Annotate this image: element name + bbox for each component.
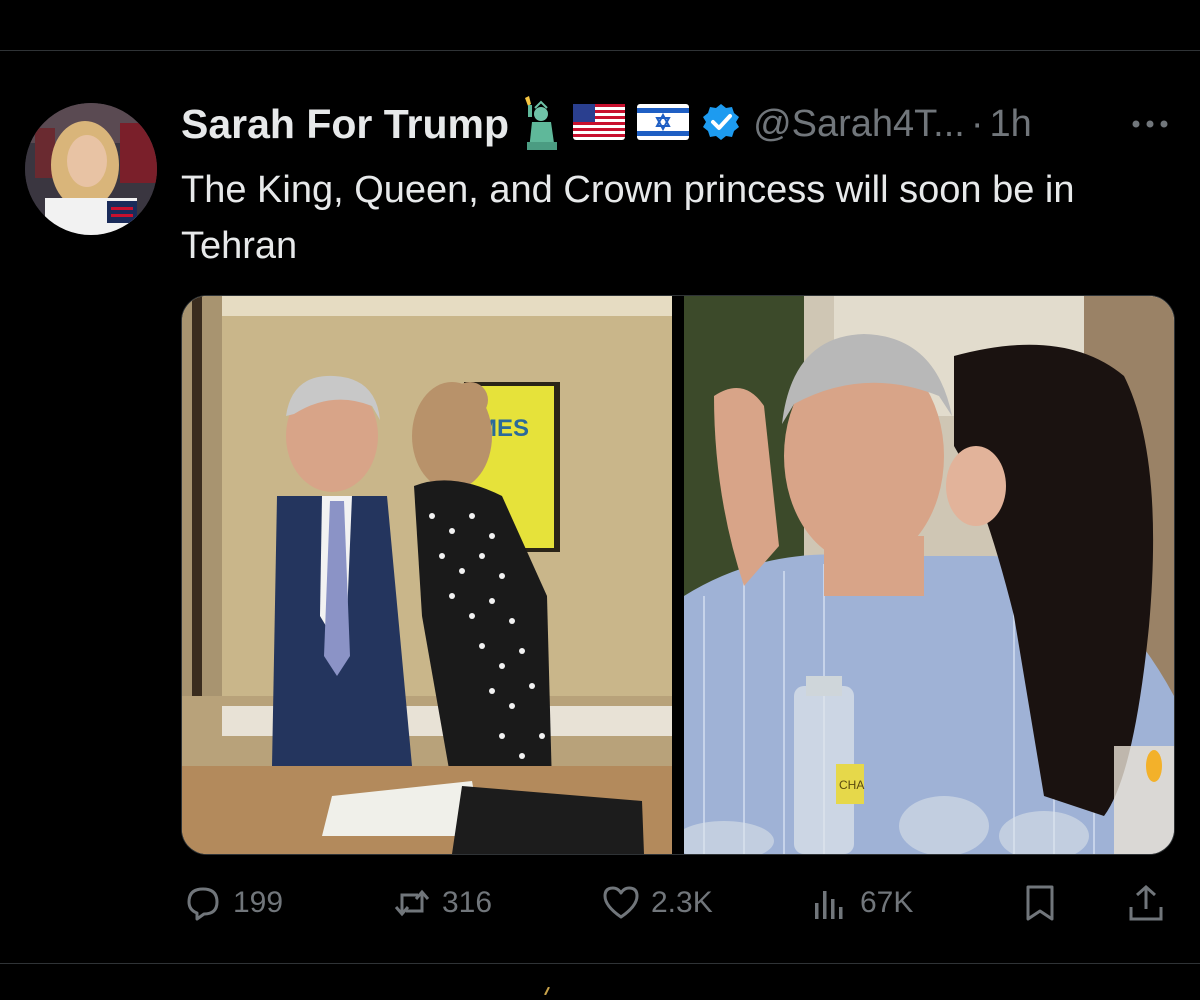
statue-of-liberty-emoji — [521, 94, 561, 155]
more-icon — [1132, 120, 1168, 128]
next-post-fragment — [543, 982, 553, 996]
bookmark-button[interactable] — [1020, 878, 1070, 928]
top-divider — [0, 50, 1200, 51]
reply-icon — [187, 887, 219, 921]
action-bar: 199 316 2.3K 67K — [0, 878, 1200, 928]
bookmark-icon — [1026, 885, 1054, 921]
media-grid: MES CHA — [181, 295, 1175, 855]
reply-button[interactable]: 199 — [183, 878, 283, 928]
separator-dot: · — [970, 102, 984, 145]
media-photo-left[interactable]: MES — [182, 296, 672, 854]
tweet-header: Sarah For Trump @Sarah4T... · 1h — [181, 94, 1032, 155]
views-count: 67K — [860, 886, 914, 919]
views-button[interactable]: 67K — [810, 878, 913, 928]
views-chart-icon — [815, 891, 843, 919]
share-button[interactable] — [1126, 878, 1176, 928]
more-options-button[interactable] — [1128, 112, 1172, 136]
share-icon — [1129, 884, 1163, 921]
bottom-divider — [0, 963, 1200, 964]
reply-count: 199 — [233, 886, 284, 919]
repost-icon — [394, 889, 430, 917]
handle[interactable]: @Sarah4T... — [753, 103, 965, 146]
tweet-text: The King, Queen, and Crown princess will… — [181, 169, 1075, 267]
like-count: 2.3K — [651, 886, 713, 919]
media-photo-right[interactable]: CHA — [674, 296, 1174, 854]
repost-button[interactable]: 316 — [392, 878, 492, 928]
display-name[interactable]: Sarah For Trump — [181, 101, 509, 148]
israel-flag-emoji — [637, 103, 690, 145]
us-flag-emoji — [573, 103, 626, 145]
timestamp[interactable]: 1h — [990, 103, 1032, 146]
avatar-photo — [25, 103, 157, 235]
heart-icon — [603, 886, 639, 919]
repost-count: 316 — [442, 886, 493, 919]
verified-badge-icon — [701, 102, 741, 147]
like-button[interactable]: 2.3K — [601, 878, 713, 928]
bottle-label-text: CHA — [839, 778, 864, 792]
avatar[interactable] — [25, 103, 157, 235]
